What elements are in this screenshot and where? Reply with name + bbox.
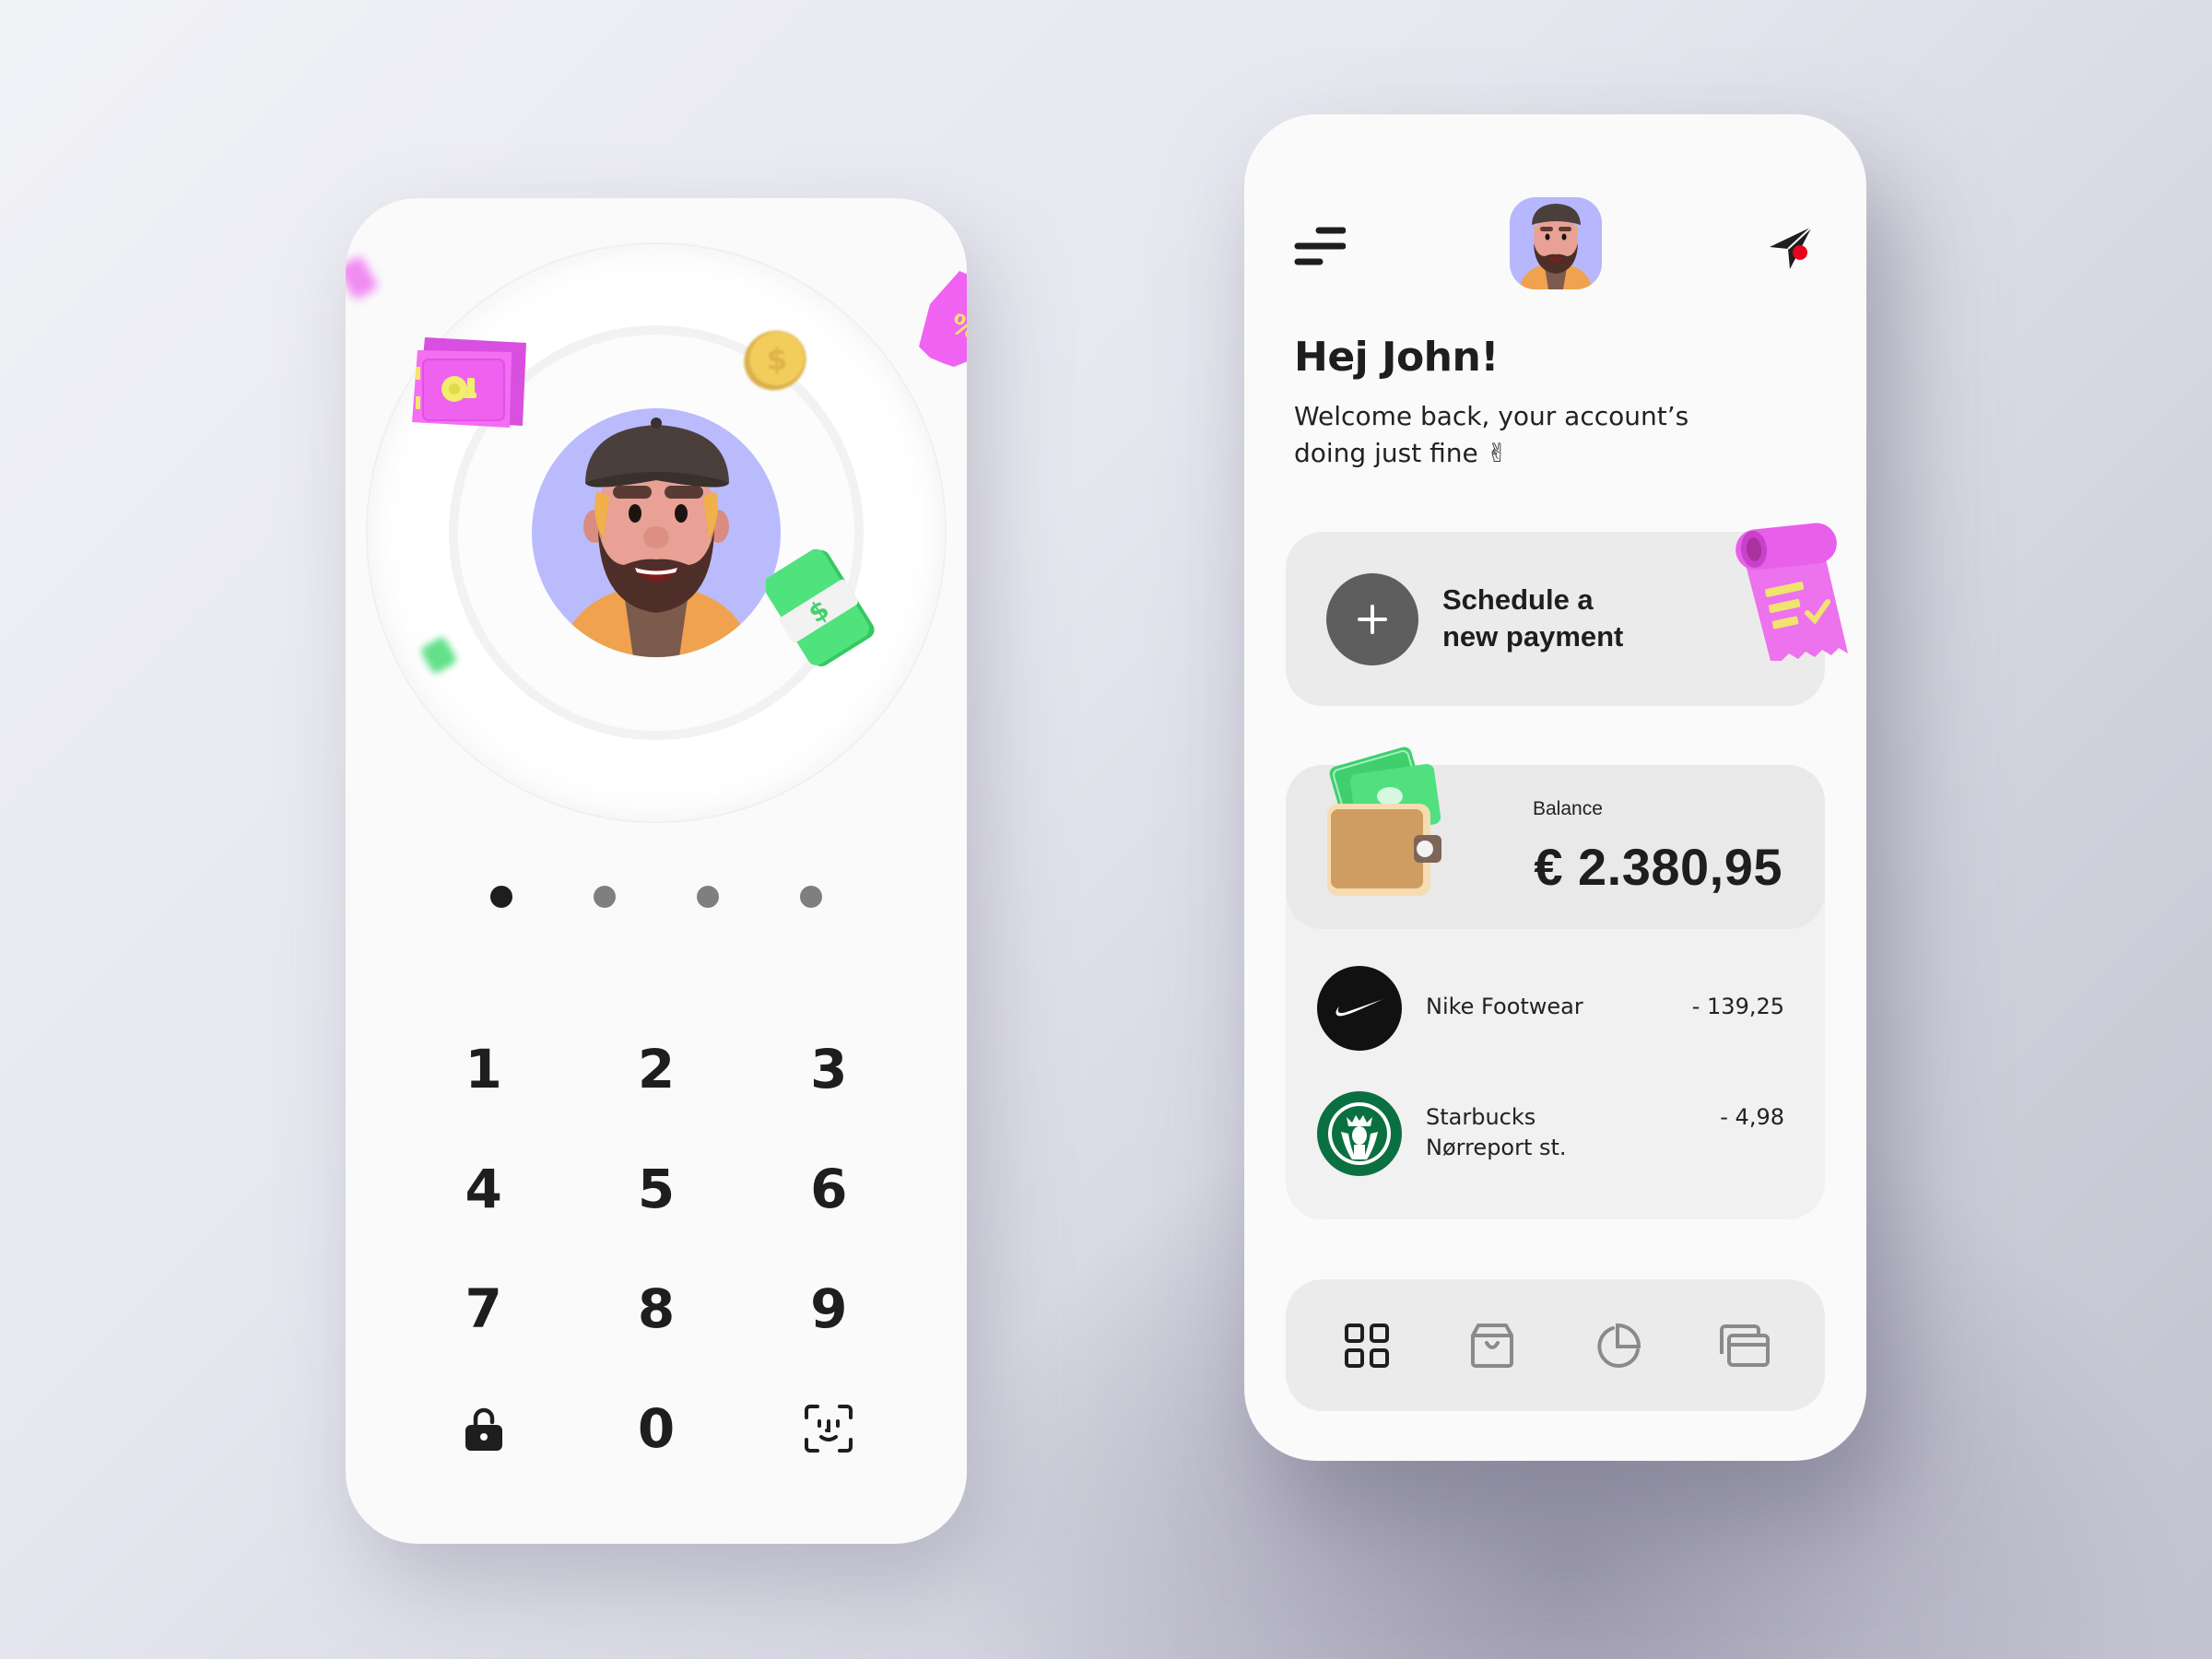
cards-icon (1719, 1324, 1770, 1367)
nav-shopping[interactable] (1465, 1318, 1520, 1373)
key-8[interactable]: 8 (570, 1249, 742, 1369)
balance-label: Balance (1533, 798, 1603, 819)
pin-dot-empty (594, 886, 616, 908)
greeting-title: Hej John! (1294, 334, 1499, 381)
cash-stack-icon: $ (762, 548, 877, 668)
transaction-merchant: Starbucks Nørreport st. (1426, 1104, 1567, 1160)
key-7[interactable]: 7 (397, 1249, 570, 1369)
face-id-icon (805, 1405, 853, 1453)
shopping-bag-icon (1471, 1323, 1514, 1368)
send-icon (1770, 226, 1813, 269)
key-9[interactable]: 9 (743, 1249, 915, 1369)
transaction-merchant: Nike Footwear (1426, 994, 1583, 1019)
menu-icon (1294, 227, 1347, 265)
menu-button[interactable] (1294, 225, 1347, 267)
pin-dot-empty (800, 886, 822, 908)
numeric-keypad: 1 2 3 4 5 6 7 8 9 0 (397, 1009, 915, 1488)
schedule-payment-label: Schedule a new payment (1442, 583, 1624, 653)
key-4[interactable]: 4 (397, 1129, 570, 1249)
plus-icon (1358, 605, 1387, 634)
home-screen: Hej John! Welcome back, your account’s d… (1244, 114, 1866, 1461)
key-5[interactable]: 5 (570, 1129, 742, 1249)
unlock-icon (465, 1407, 502, 1451)
transaction-row[interactable]: Nike Footwear - 139,25 (1286, 966, 1825, 1058)
pin-lock-screen: $ % $ 1 2 3 4 5 6 7 8 9 0 (346, 198, 967, 1544)
key-0[interactable]: 0 (570, 1369, 742, 1488)
key-6[interactable]: 6 (743, 1129, 915, 1249)
nav-cards[interactable] (1716, 1318, 1771, 1373)
send-button[interactable] (1766, 223, 1816, 273)
welcome-message: Welcome back, your account’s doing just … (1294, 401, 1689, 468)
coupon-icon: % (917, 267, 967, 369)
safe-icon (408, 332, 533, 433)
ticket-blurred-icon (346, 255, 379, 300)
user-avatar[interactable] (1510, 197, 1602, 289)
key-2[interactable]: 2 (570, 1009, 742, 1129)
nav-statistics[interactable] (1591, 1318, 1646, 1373)
starbucks-logo (1317, 1091, 1402, 1176)
key-1[interactable]: 1 (397, 1009, 570, 1129)
nike-logo (1317, 966, 1402, 1051)
pin-dot-empty (697, 886, 719, 908)
add-payment-button[interactable] (1326, 573, 1418, 665)
notification-dot (1793, 245, 1807, 260)
pie-chart-icon (1597, 1323, 1641, 1368)
pin-indicator (346, 886, 967, 913)
nav-dashboard[interactable] (1339, 1318, 1394, 1373)
key-3[interactable]: 3 (743, 1009, 915, 1129)
grid-icon (1345, 1323, 1390, 1368)
cash-blurred-icon (418, 635, 460, 676)
wallet-icon (1325, 743, 1451, 900)
face-id-button[interactable] (743, 1369, 915, 1488)
receipt-icon (1730, 517, 1859, 665)
profile-avatar-large (532, 408, 781, 657)
transaction-amount: - 4,98 (1720, 1104, 1784, 1130)
transaction-row[interactable]: Starbucks Nørreport st. - 4,98 (1286, 1091, 1825, 1183)
svg-text:$: $ (767, 342, 787, 377)
coin-icon: $ (740, 327, 810, 394)
transaction-amount: - 139,25 (1691, 994, 1784, 1019)
pin-dot-filled (490, 886, 512, 908)
bottom-navigation (1286, 1279, 1825, 1411)
balance-amount: € 2.380,95 (1534, 838, 1783, 896)
unlock-button[interactable] (397, 1369, 570, 1488)
